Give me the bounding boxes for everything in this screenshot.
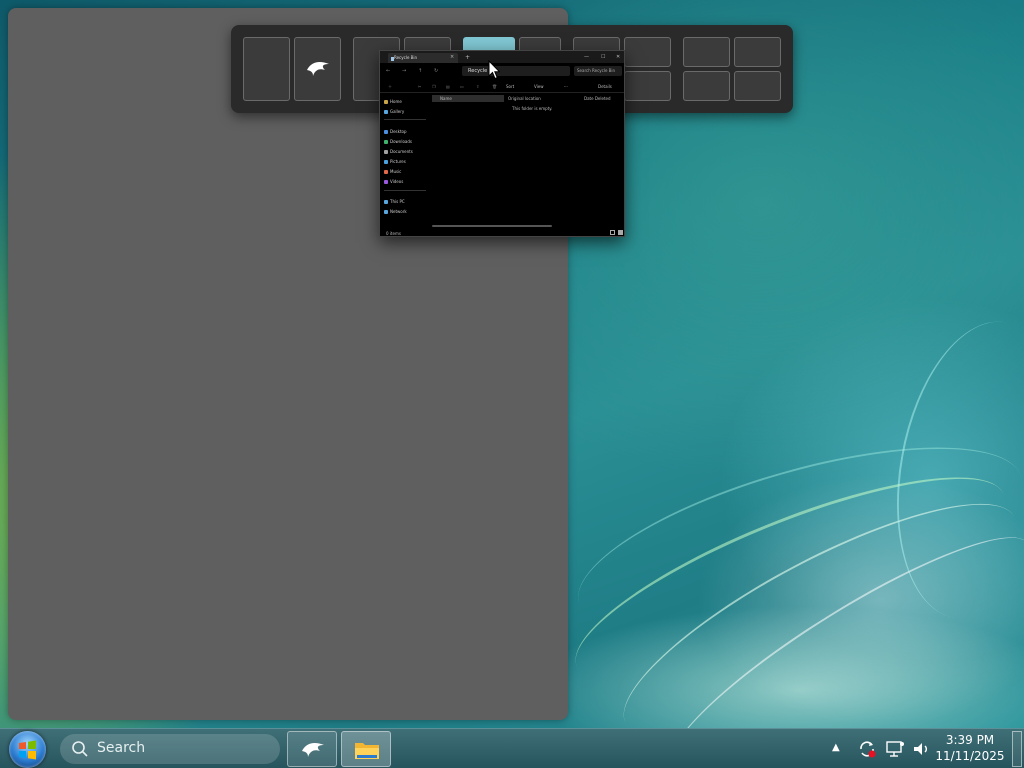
nav-item-music[interactable]: Music [384, 169, 401, 174]
copy-icon[interactable]: ❐ [432, 84, 436, 89]
desktop-icon [384, 130, 388, 134]
snap-zone[interactable] [734, 37, 781, 67]
address-bar[interactable]: Recycle Bin [462, 66, 570, 76]
nav-item-home[interactable]: Home [384, 99, 402, 104]
minimize-button[interactable]: — [584, 54, 589, 60]
maximize-button[interactable]: ☐ [601, 54, 605, 60]
start-button[interactable] [9, 731, 46, 768]
nav-item-documents[interactable]: Documents [384, 149, 413, 154]
picture-icon [384, 160, 388, 164]
snap-zone[interactable] [624, 71, 671, 101]
close-button[interactable]: ✕ [616, 54, 620, 60]
mouse-cursor-icon [488, 60, 500, 80]
paste-icon[interactable]: ▤ [446, 84, 450, 89]
taskbar-app-file-explorer[interactable] [341, 731, 391, 767]
home-icon [384, 100, 388, 104]
cut-icon[interactable]: ✂ [418, 84, 421, 89]
file-list[interactable]: Name Original location Date Deleted This… [432, 95, 624, 227]
computer-icon [384, 200, 388, 204]
view-button[interactable]: View [534, 84, 544, 89]
volume-icon[interactable] [911, 739, 931, 759]
share-icon[interactable]: ⇪ [476, 84, 479, 89]
network-icon [384, 210, 388, 214]
divider [384, 119, 426, 120]
search-icon [72, 741, 88, 757]
sort-button[interactable]: Sort [506, 84, 514, 89]
up-button[interactable]: ↑ [418, 68, 422, 74]
snap-zone[interactable] [624, 37, 671, 67]
download-icon [384, 140, 388, 144]
app-icon [302, 743, 324, 757]
new-tab-button[interactable]: + [465, 54, 470, 61]
taskbar-app-pinned[interactable] [287, 731, 337, 767]
nav-item-this-pc[interactable]: This PC [384, 199, 405, 204]
folder-icon [355, 743, 379, 759]
music-icon [384, 170, 388, 174]
nav-item-gallery[interactable]: Gallery [384, 109, 404, 114]
wallpaper-streak [554, 438, 1024, 722]
gallery-icon [384, 110, 388, 114]
back-button[interactable]: ← [386, 68, 390, 74]
empty-folder-message: This folder is empty. [512, 106, 553, 111]
rename-icon[interactable]: ▭ [460, 84, 464, 89]
details-button[interactable]: Details [598, 84, 612, 89]
clock[interactable]: 3:39 PM 11/11/2025 [930, 732, 1010, 764]
snap-zone[interactable] [683, 37, 730, 67]
snap-zone-app-preview[interactable] [294, 37, 341, 101]
column-date-deleted[interactable]: Date Deleted [584, 96, 611, 101]
divider [384, 190, 426, 191]
tiles-view-icon[interactable] [618, 230, 623, 235]
column-original-location[interactable]: Original location [508, 96, 541, 101]
command-bar: ＋ ✂ ❐ ▤ ▭ ⇪ 🗑 Sort View ··· Details [380, 81, 624, 93]
sync-icon[interactable] [857, 739, 877, 759]
clock-date: 11/11/2025 [935, 749, 1005, 763]
tab-label: Recycle Bin [394, 55, 418, 60]
navigation-pane: Home Gallery Desktop Downloads Documents… [380, 95, 430, 227]
windows-logo-icon [19, 740, 36, 760]
more-button[interactable]: ··· [564, 84, 568, 89]
taskbar-search-box[interactable]: Search [60, 734, 280, 764]
show-desktop-button[interactable] [1012, 731, 1022, 767]
snap-zone[interactable] [734, 71, 781, 101]
nav-item-pictures[interactable]: Pictures [384, 159, 406, 164]
document-icon [384, 150, 388, 154]
video-icon [384, 180, 388, 184]
nav-item-network[interactable]: Network [384, 209, 407, 214]
status-item-count: 0 items [386, 231, 401, 236]
network-display-icon[interactable] [885, 739, 905, 759]
details-view-icon[interactable] [610, 230, 615, 235]
file-explorer-window[interactable]: Recycle Bin × + — ☐ ✕ ← → ↑ ↻ Recycle Bi… [379, 50, 625, 237]
new-button[interactable]: ＋ [388, 84, 392, 90]
snap-zone[interactable] [243, 37, 290, 101]
column-name[interactable]: Name [440, 96, 452, 101]
app-icon [307, 62, 329, 76]
horizontal-scrollbar[interactable] [432, 225, 552, 227]
nav-item-desktop[interactable]: Desktop [384, 129, 407, 134]
show-hidden-icons-button[interactable]: ▲ [832, 742, 840, 753]
nav-item-videos[interactable]: Videos [384, 179, 403, 184]
clock-time: 3:39 PM [945, 733, 995, 747]
wallpaper-streak [875, 308, 1024, 632]
tab-close-button[interactable]: × [450, 54, 454, 60]
wallpaper-streak [597, 463, 1024, 768]
taskbar: Search ▲ 3:39 PM 11/11/2025 [0, 728, 1024, 768]
search-box[interactable]: Search Recycle Bin [574, 66, 622, 76]
delete-icon[interactable]: 🗑 [492, 84, 497, 89]
refresh-button[interactable]: ↻ [434, 68, 438, 74]
forward-button[interactable]: → [402, 68, 406, 74]
nav-item-downloads[interactable]: Downloads [384, 139, 412, 144]
snap-zone[interactable] [683, 71, 730, 101]
search-label: Search [97, 740, 146, 756]
wallpaper-streak [559, 409, 1024, 671]
